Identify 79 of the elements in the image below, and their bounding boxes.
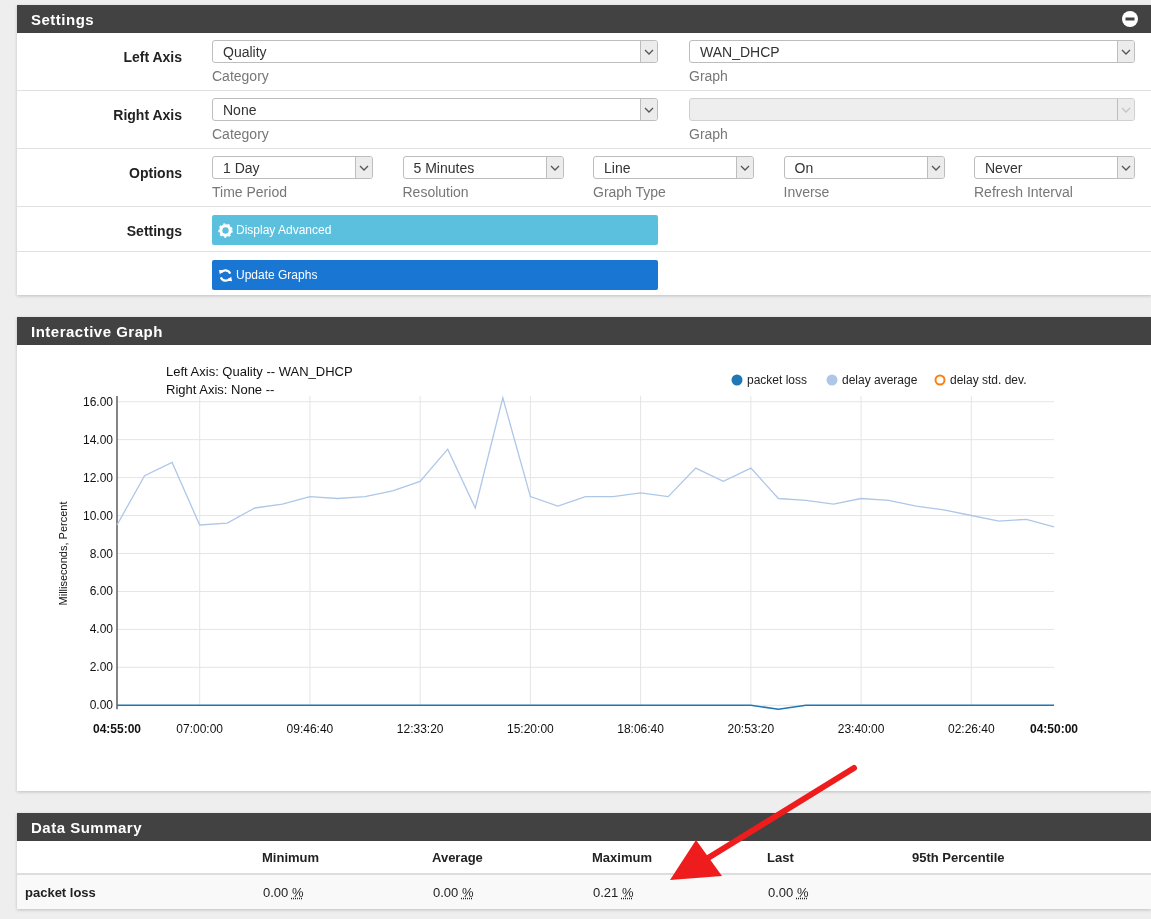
field-caption: Time Period bbox=[212, 184, 288, 200]
chevron-down-icon bbox=[1121, 48, 1131, 55]
gear-icon bbox=[218, 222, 233, 238]
column-header: Maximum bbox=[591, 849, 653, 865]
legend-marker-icon[interactable] bbox=[731, 374, 743, 386]
y-tick-label: 12.00 bbox=[82, 470, 113, 485]
chevron-down-icon bbox=[644, 48, 654, 55]
x-tick-label: 12:33:20 bbox=[396, 722, 444, 737]
y-tick-label: 6.00 bbox=[89, 584, 113, 599]
unit-label: % bbox=[621, 884, 634, 900]
panel-title: Data Summary bbox=[31, 818, 143, 836]
table-cell: 0.00 bbox=[433, 884, 459, 900]
x-tick-label: 15:20:00 bbox=[507, 722, 554, 737]
row-label: Left Axis bbox=[123, 49, 182, 65]
dropdown-select[interactable]: 1 Day bbox=[212, 156, 373, 179]
legend-marker-icon[interactable] bbox=[934, 374, 946, 386]
y-tick-label: 14.00 bbox=[82, 432, 113, 447]
dropdown-select[interactable]: WAN_DHCP bbox=[689, 40, 1135, 63]
y-tick-label: 10.00 bbox=[82, 508, 113, 523]
field-caption: Refresh Interval bbox=[974, 184, 1074, 200]
field-caption: Graph Type bbox=[593, 184, 667, 200]
table-cell: 0.00 bbox=[768, 884, 794, 900]
dropdown-select[interactable]: None bbox=[212, 98, 658, 121]
y-tick-label: 8.00 bbox=[89, 546, 113, 561]
refresh-icon bbox=[218, 267, 233, 283]
x-tick-label: 20:53:20 bbox=[727, 722, 775, 737]
legend-label[interactable]: delay std. dev. bbox=[950, 373, 1027, 387]
field-caption: Resolution bbox=[402, 184, 470, 200]
field-caption: Category bbox=[212, 68, 270, 84]
dropdown-select[interactable]: Quality bbox=[212, 40, 658, 63]
unit-label: % bbox=[461, 884, 474, 900]
chevron-down-icon bbox=[740, 164, 750, 171]
unit-label: % bbox=[291, 884, 304, 900]
dropdown-select[interactable]: Line bbox=[593, 156, 754, 179]
chevron-down-icon bbox=[1121, 106, 1131, 113]
row-label: Right Axis bbox=[113, 107, 182, 123]
chevron-down-icon bbox=[644, 106, 654, 113]
x-tick-label: 02:26:40 bbox=[947, 722, 995, 737]
table-cell: 0.21 bbox=[593, 884, 619, 900]
x-tick-label: 07:00:00 bbox=[176, 722, 224, 737]
panel-title: Interactive Graph bbox=[31, 322, 163, 340]
dropdown-select[interactable]: Never bbox=[974, 156, 1135, 179]
column-header: Average bbox=[431, 849, 484, 865]
axis-caption: Left Axis: Quality -- WAN_DHCP bbox=[166, 364, 353, 379]
update-graphs-button[interactable]: Update Graphs bbox=[212, 260, 658, 290]
x-tick-label: 04:50:00 bbox=[1030, 722, 1078, 737]
field-caption: Category bbox=[212, 126, 270, 142]
column-header: 95th Percentile bbox=[911, 849, 1006, 865]
y-axis-label: Milliseconds, Percent bbox=[57, 501, 69, 606]
x-tick-label: 09:46:40 bbox=[286, 722, 334, 737]
axis-caption: Right Axis: None -- bbox=[166, 382, 275, 397]
column-header: Minimum bbox=[261, 849, 321, 865]
legend-marker-icon[interactable] bbox=[826, 374, 838, 386]
legend-label[interactable]: delay average bbox=[842, 373, 918, 387]
dropdown-select[interactable]: 5 Minutes bbox=[402, 156, 564, 179]
x-tick-label: 18:06:40 bbox=[617, 722, 664, 737]
row-label: Settings bbox=[126, 223, 182, 239]
field-caption: Graph bbox=[689, 68, 729, 84]
x-tick-label: 04:55:00 bbox=[93, 722, 141, 737]
x-tick-label: 23:40:00 bbox=[837, 722, 885, 737]
legend-label[interactable]: packet loss bbox=[747, 373, 808, 387]
field-caption: Graph bbox=[689, 126, 729, 142]
chevron-down-icon bbox=[930, 164, 941, 171]
row-name: packet loss bbox=[24, 884, 97, 900]
collapse-icon[interactable] bbox=[1122, 11, 1138, 27]
unit-label: % bbox=[796, 884, 809, 900]
y-tick-label: 0.00 bbox=[89, 698, 113, 713]
dropdown-select[interactable]: On bbox=[783, 156, 945, 179]
chevron-down-icon bbox=[1121, 164, 1131, 171]
column-header: Last bbox=[766, 849, 795, 865]
chevron-down-icon bbox=[359, 164, 369, 171]
y-tick-label: 4.00 bbox=[89, 622, 113, 637]
field-caption: Inverse bbox=[783, 184, 831, 200]
table-cell: 0.00 bbox=[263, 884, 289, 900]
chevron-down-icon bbox=[549, 164, 560, 171]
y-tick-label: 2.00 bbox=[89, 660, 113, 675]
row-label: Options bbox=[129, 165, 182, 181]
panel-title: Settings bbox=[31, 10, 95, 28]
y-tick-label: 16.00 bbox=[82, 394, 113, 409]
